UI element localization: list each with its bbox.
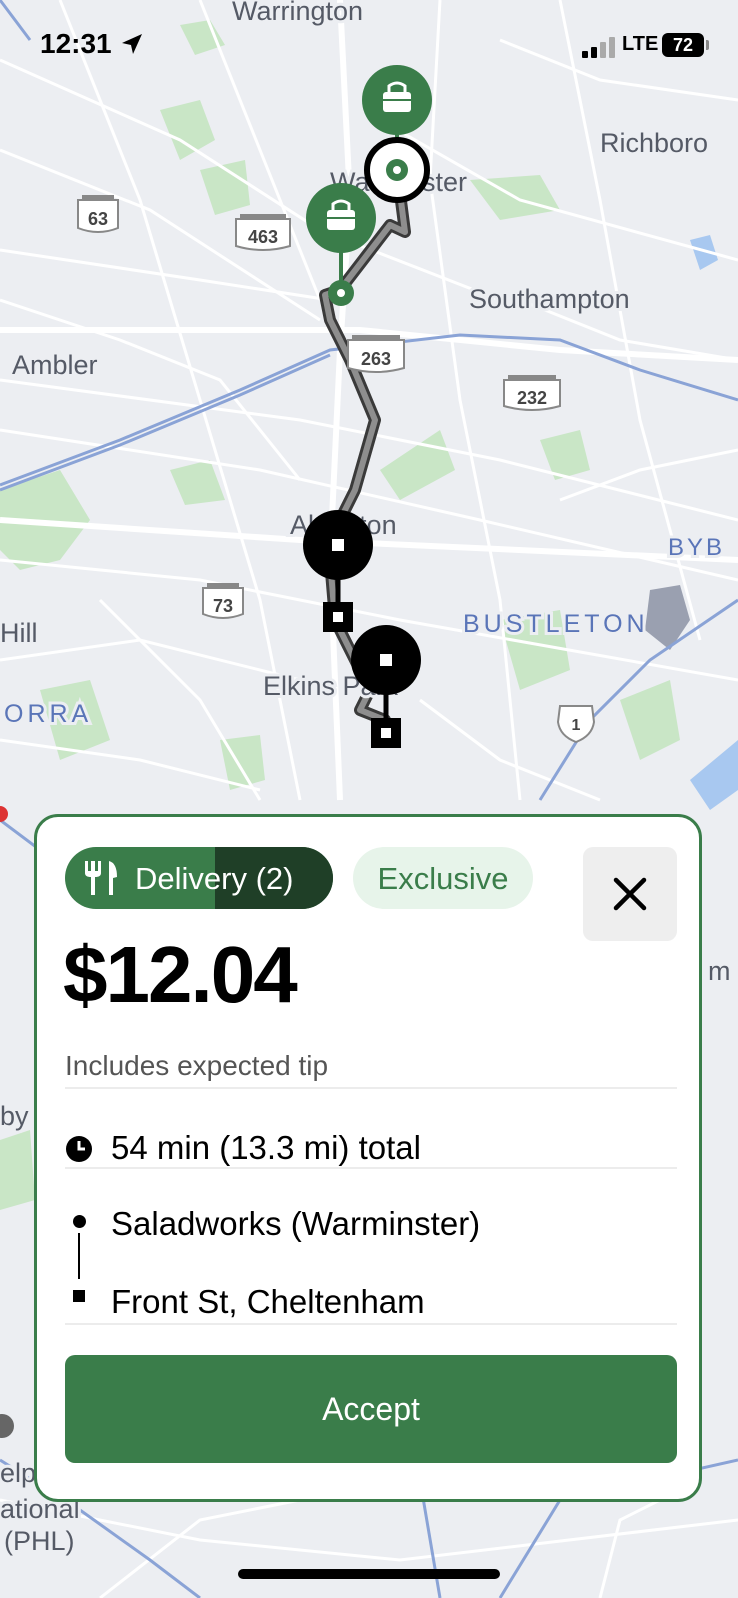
battery-icon: 72 (662, 33, 704, 57)
svg-text:73: 73 (213, 596, 233, 616)
delivery-type-label: Delivery (2) (135, 861, 294, 896)
route-shield-263: 263 (347, 335, 405, 373)
route-shield-73: 73 (202, 583, 244, 619)
map-label-ambler: Ambler (12, 350, 98, 380)
route-shield-63: 63 (77, 195, 119, 233)
clock-icon (66, 1136, 92, 1162)
map-label-elp: elp (0, 1458, 36, 1488)
map-label-hill: Hill (0, 618, 38, 648)
map-label-m: m (708, 956, 731, 986)
svg-text:63: 63 (88, 209, 108, 229)
status-bar: 12:31 LTE 72 (0, 0, 738, 80)
map-label-bustleton: BUSTLETON (463, 610, 649, 638)
map-label-richboro: Richboro (600, 128, 708, 158)
pickup-dot-icon (73, 1215, 86, 1228)
home-indicator[interactable] (238, 1569, 500, 1579)
close-button[interactable] (583, 847, 677, 941)
route-shield-463: 463 (235, 214, 291, 251)
divider (65, 1167, 677, 1169)
route-connector (78, 1233, 80, 1279)
map-label-byb: BYB (668, 534, 725, 561)
close-icon (613, 877, 647, 911)
trip-duration: 54 min (13.3 mi) total (111, 1129, 421, 1166)
accept-button[interactable]: Accept (65, 1355, 677, 1463)
tip-note: Includes expected tip (65, 1050, 329, 1081)
bag-icon (383, 92, 411, 112)
svg-text:263: 263 (361, 349, 391, 369)
map-label-southampton: Southampton (469, 284, 630, 314)
signal-icon (582, 37, 615, 58)
location-arrow-icon (122, 34, 142, 54)
divider (65, 1323, 677, 1325)
dropoff-location: Front St, Cheltenham (111, 1283, 425, 1320)
map-label-phl: (PHL) (4, 1526, 75, 1556)
status-time: 12:31 (40, 28, 112, 59)
svg-text:1: 1 (572, 717, 581, 734)
divider (65, 1087, 677, 1089)
exclusive-badge: Exclusive (353, 847, 533, 909)
network-label: LTE (622, 33, 659, 55)
bag-icon (327, 210, 355, 230)
exclusive-label: Exclusive (377, 861, 509, 896)
pickup-location: Saladworks (Warminster) (111, 1205, 481, 1242)
svg-text:232: 232 (517, 388, 547, 408)
offer-card: Delivery (2) Exclusive $12.04 Includes e… (34, 814, 702, 1502)
delivery-type-pill: Delivery (2) (65, 847, 333, 909)
battery-tip (706, 40, 709, 50)
map-label-by: by (0, 1101, 29, 1131)
offer-price: $12.04 (63, 930, 298, 1019)
svg-text:463: 463 (248, 227, 278, 247)
map-label-orra: ORRA (4, 700, 92, 728)
utensils-icon (85, 861, 117, 895)
route-shield-232: 232 (503, 375, 561, 411)
dropoff-square-icon (73, 1290, 85, 1302)
